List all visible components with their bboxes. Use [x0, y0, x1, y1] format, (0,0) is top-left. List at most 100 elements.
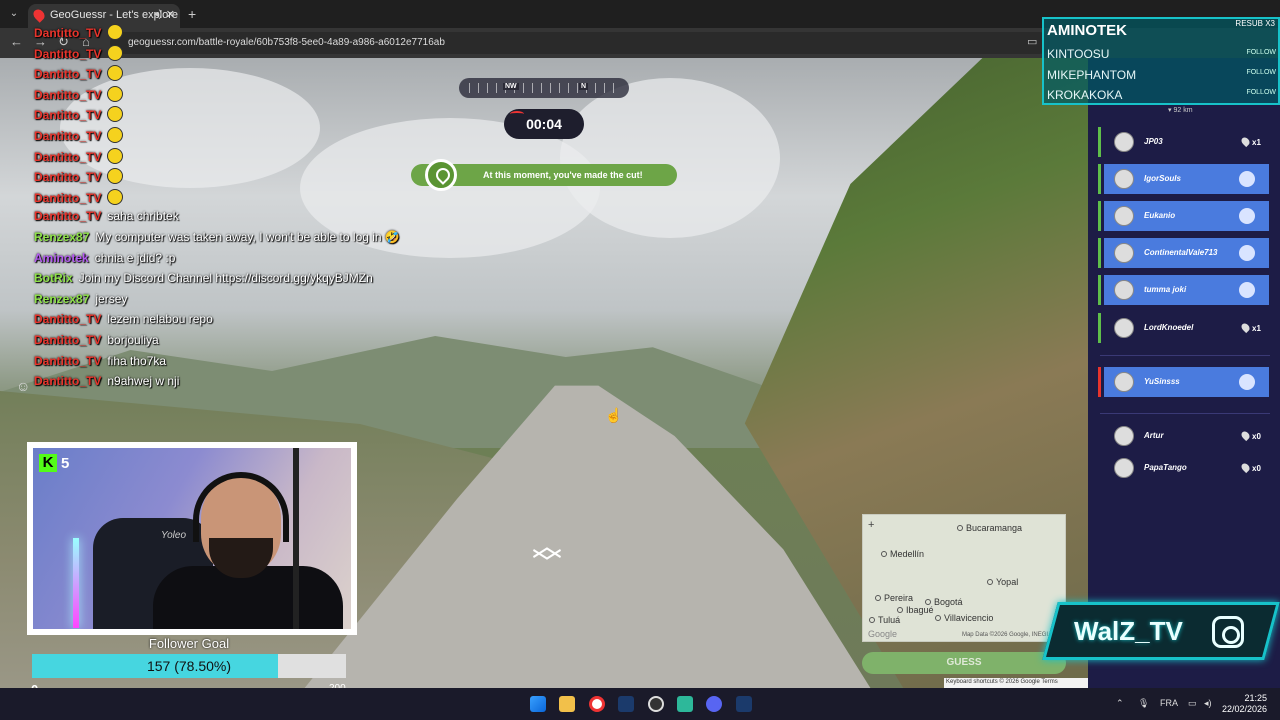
chat-message: Aminotek chnia e jdid? :p [34, 251, 175, 265]
player-row[interactable]: LordKnoedel x1 [1104, 313, 1269, 343]
cut-banner: At this moment, you've made the cut! [411, 159, 677, 191]
microphone-icon[interactable]: 🎙 [1138, 698, 1149, 709]
tray-expand-icon[interactable]: ⌃ [1116, 698, 1124, 709]
player-name: ContinentalVale713 [1144, 248, 1218, 257]
pacman-emote-icon [107, 188, 124, 205]
file-explorer-icon[interactable] [559, 696, 575, 712]
player-row[interactable]: tumma joki [1104, 275, 1269, 305]
player-shield-icon [1239, 208, 1255, 224]
timer-arc [510, 111, 524, 117]
pacman-emote-icon [107, 127, 124, 143]
player-name: JP03 [1144, 137, 1163, 146]
network-icon[interactable]: ▭ [1188, 698, 1197, 709]
player-name: Eukanio [1144, 211, 1176, 220]
player-status-bar [1098, 367, 1101, 397]
chat-username[interactable]: Dantitto_TV [34, 67, 101, 81]
distance-label: ▾ 92 km [1168, 107, 1193, 114]
chat-username[interactable]: Dantitto_TV [34, 170, 101, 184]
guess-minimap[interactable]: + Bucaramanga Medellín Yopal Pereira Bog… [862, 514, 1066, 642]
resub-label: RESUB X3 [1235, 19, 1275, 28]
chat-message: Dantitto_TV [34, 188, 124, 205]
brand-name: WalZ_TV [1074, 616, 1183, 646]
player-status-bar [1098, 127, 1101, 157]
player-shield-icon [1239, 282, 1255, 298]
move-forward-arrows[interactable]: ︿ ﹀ [512, 532, 582, 582]
chat-username[interactable]: Aminotek [34, 251, 89, 265]
player-name: LordKnoedel [1144, 323, 1194, 332]
chat-username[interactable]: Dantitto_TV [34, 374, 101, 388]
follow-tag: FOLLOW [1246, 49, 1276, 56]
kick-viewer-count: 5 [61, 455, 70, 472]
player-row[interactable]: PapaTango x0 [1104, 453, 1269, 483]
chat-message: Renzex87 jersey [34, 292, 127, 306]
chat-username[interactable]: Dantitto_TV [34, 47, 101, 61]
player-row[interactable]: Eukanio [1104, 201, 1269, 231]
chat-message: Dantitto_TV saha chribtek [34, 209, 179, 223]
chat-text: lezem nelabou repo [107, 312, 213, 327]
guess-button[interactable]: GUESS [862, 652, 1066, 674]
chat-message: Dantitto_TV [34, 106, 124, 123]
discord-icon[interactable] [706, 696, 722, 712]
chat-username[interactable]: Renzex87 [34, 230, 89, 244]
player-status-bar [1098, 238, 1101, 268]
player-row[interactable]: IgorSouls [1104, 164, 1269, 194]
player-row[interactable]: Artur x0 [1104, 421, 1269, 451]
obs-icon[interactable] [648, 696, 664, 712]
chat-message: Dantitto_TV [34, 24, 124, 40]
chat-username[interactable]: Dantitto_TV [34, 129, 101, 143]
follow-tag: FOLLOW [1246, 89, 1276, 96]
chat-username[interactable]: Dantitto_TV [34, 333, 101, 347]
cut-message: At this moment, you've made the cut! [483, 170, 643, 180]
chat-username[interactable]: Dantitto_TV [34, 88, 101, 102]
steam-icon[interactable] [618, 696, 634, 712]
chat-username[interactable]: Dantitto_TV [34, 354, 101, 368]
chat-username[interactable]: Renzex87 [34, 292, 89, 306]
chat-text: jersey [95, 291, 128, 306]
windows-taskbar: ⌃ 🎙 FRA ▭ ◂) 21:25 22/02/2026 [0, 688, 1280, 720]
map-city: Ibagué [897, 605, 934, 615]
player-status-bar [1098, 275, 1101, 305]
chat-username[interactable]: Dantitto_TV [34, 108, 101, 122]
location-pin-icon [425, 159, 457, 191]
chat-text: chnia e jdid? :p [94, 250, 176, 265]
chat-username[interactable]: Dantitto_TV [34, 150, 101, 164]
headset [193, 472, 289, 542]
player-lives: x0 [1242, 431, 1261, 441]
player-lives: x0 [1242, 463, 1261, 473]
keyboard-shortcuts-link[interactable]: Keyboard shortcuts [946, 679, 998, 685]
chat-message: Dantitto_TV [34, 147, 124, 164]
zoom-in-icon[interactable]: + [868, 519, 874, 531]
chrome-icon[interactable] [589, 696, 605, 712]
language-indicator[interactable]: FRA [1160, 698, 1178, 708]
chat-message: Dantitto_TV borjouliya [34, 333, 159, 347]
start-icon[interactable] [530, 696, 546, 712]
clock[interactable]: 21:25 22/02/2026 [1222, 693, 1267, 715]
volume-icon[interactable]: ◂) [1204, 698, 1212, 709]
compass-nw: NW [503, 83, 519, 90]
chat-username[interactable]: Dantitto_TV [34, 312, 101, 326]
pacman-emote-icon [107, 168, 124, 185]
emoji-icon[interactable]: ☺ [16, 378, 30, 394]
steam-alt-icon[interactable] [736, 696, 752, 712]
player-status-bar [1098, 164, 1101, 194]
pacman-emote-icon [107, 85, 124, 102]
player-row[interactable]: JP03 x1 [1104, 127, 1269, 157]
terms-link[interactable]: Terms [1041, 679, 1057, 685]
chat-username[interactable]: Dantitto_TV [34, 191, 101, 205]
clock-date: 22/02/2026 [1222, 704, 1268, 714]
follower-goal-title: Follower Goal [148, 636, 230, 651]
streamlabs-icon[interactable] [677, 696, 693, 712]
pacman-emote-icon [107, 44, 124, 61]
player-shield-icon [1239, 374, 1255, 390]
chat-username[interactable]: Dantitto_TV [34, 26, 101, 40]
round-timer: 00:04 [504, 109, 584, 139]
chat-text: borjouliya [107, 333, 159, 347]
follower-goal-text: 157 (78.50%) [146, 658, 232, 674]
cast-icon[interactable]: ▭ [1027, 35, 1037, 48]
player-row[interactable]: YuSinsss [1104, 367, 1269, 397]
chat-username[interactable]: Dantitto_TV [34, 209, 101, 223]
player-avatar [1114, 280, 1134, 300]
player-avatar [1114, 426, 1134, 446]
player-row[interactable]: ContinentalVale713 [1104, 238, 1269, 268]
chat-username[interactable]: BotRix [34, 271, 73, 285]
